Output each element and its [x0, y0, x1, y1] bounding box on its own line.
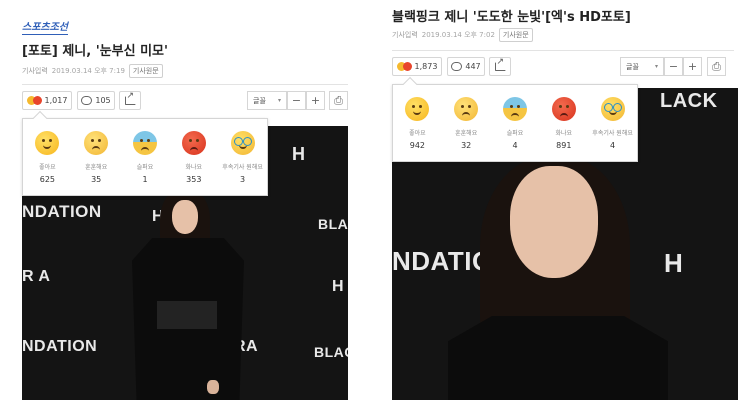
share-button[interactable] [119, 91, 141, 110]
reaction-count: 4 [512, 141, 518, 150]
reaction-popup: 좋아요 625 훈훈해요 35 슬퍼요 1 화나요 353 후속기사 원해요 3 [22, 110, 268, 196]
reaction-label: 좋아요 [409, 130, 426, 137]
article-headline: [포토] 제니, '눈부신 미모' [22, 44, 168, 59]
reaction-label: 슬퍼요 [506, 130, 524, 137]
reaction-label: 후속기사 원해요 [592, 130, 633, 137]
sad-emoji-icon [502, 97, 527, 121]
right-article: 블랙핑크 제니 '도도한 눈빛'[엑's HD포토] 기사입력 2019.03.… [380, 0, 746, 400]
share-button[interactable] [489, 57, 511, 76]
timestamp: 2019.03.14 오후 7:19 [51, 67, 125, 75]
reaction-emoji-icon [396, 62, 412, 71]
reaction-label: 화나요 [185, 164, 203, 171]
comment-icon [451, 62, 463, 71]
font-increase-button[interactable]: + [683, 57, 702, 76]
font-select-label: 글꼴 [253, 96, 266, 105]
backdrop-text: LACK [660, 90, 718, 112]
reaction-label: 슬퍼요 [136, 164, 154, 171]
timestamp: 2019.03.14 오후 7:02 [421, 31, 495, 39]
backdrop-text: NDATION [22, 202, 102, 221]
left-article: 스포츠조선 [포토] 제니, '눈부신 미모' 기사입력 2019.03.14 … [0, 0, 360, 400]
followup-emoji-icon [600, 97, 625, 121]
comment-icon [81, 96, 93, 105]
reaction-sad[interactable]: 슬퍼요 4 [493, 97, 537, 150]
reaction-button[interactable]: 1,873 [392, 57, 442, 76]
print-button[interactable]: ⎙ [329, 91, 348, 110]
article-meta: 기사입력 2019.03.14 오후 7:19 기사원문 [22, 64, 163, 78]
divider [392, 50, 734, 51]
article-meta: 기사입력 2019.03.14 오후 7:02 기사원문 [392, 28, 533, 42]
chevron-down-icon: ▾ [277, 97, 281, 104]
like-emoji-icon [405, 97, 430, 121]
reaction-count: 1 [142, 175, 148, 184]
font-increase-button[interactable]: + [306, 91, 325, 110]
comment-count: 447 [465, 62, 481, 71]
reaction-want-followup[interactable]: 후속기사 원해요 4 [591, 97, 635, 150]
reaction-label: 후속기사 원해요 [222, 164, 263, 171]
reaction-count: 353 [186, 175, 202, 184]
reaction-popup: 좋아요 942 훈훈해요 32 슬퍼요 4 화나요 891 후속기사 원해요 4 [392, 76, 638, 162]
backdrop-text: BLAC [318, 216, 348, 232]
angry-emoji-icon [181, 131, 206, 155]
angry-emoji-icon [551, 97, 576, 121]
reaction-angry[interactable]: 화나요 891 [542, 97, 586, 150]
comment-count: 105 [95, 96, 111, 105]
reaction-like[interactable]: 좋아요 942 [395, 97, 439, 150]
reaction-count: 942 [409, 141, 426, 150]
reaction-total: 1,873 [414, 62, 438, 71]
person-face [510, 166, 598, 278]
backdrop-text: NDATION [22, 338, 98, 355]
backdrop-text: H [292, 144, 306, 164]
reaction-warm[interactable]: 훈훈해요 35 [74, 131, 118, 184]
person-face [172, 200, 198, 234]
followup-emoji-icon [230, 131, 255, 155]
like-emoji-icon [35, 131, 60, 155]
share-icon [494, 57, 506, 71]
meta-label: 기사입력 [392, 31, 418, 39]
reaction-count: 35 [91, 175, 102, 184]
reaction-want-followup[interactable]: 후속기사 원해요 3 [221, 131, 265, 184]
person-suit [448, 316, 668, 400]
backdrop-text: H [332, 278, 345, 295]
reaction-button[interactable]: 1,017 [22, 91, 72, 110]
divider [22, 84, 348, 85]
person-hand [207, 380, 219, 394]
original-article-button[interactable]: 기사원문 [128, 64, 163, 78]
comment-button[interactable]: 447 [447, 57, 485, 76]
font-select-label: 글꼴 [626, 62, 639, 71]
sad-emoji-icon [132, 131, 157, 155]
reaction-label: 좋아요 [39, 164, 56, 171]
person-belt [157, 301, 217, 329]
font-decrease-button[interactable]: − [287, 91, 306, 110]
font-select[interactable]: 글꼴 ▾ [620, 57, 664, 76]
reaction-angry[interactable]: 화나요 353 [172, 131, 216, 184]
backdrop-text: BLAC [314, 344, 348, 360]
publisher-logo[interactable]: 스포츠조선 [22, 18, 68, 35]
article-headline: 블랙핑크 제니 '도도한 눈빛'[엑's HD포토] [392, 10, 631, 25]
backdrop-text: R A [22, 268, 51, 285]
reaction-count: 32 [461, 141, 472, 150]
reaction-count: 4 [610, 141, 616, 150]
reaction-warm[interactable]: 훈훈해요 32 [444, 97, 488, 150]
reaction-count: 891 [556, 141, 572, 150]
reaction-like[interactable]: 좋아요 625 [25, 131, 69, 184]
chevron-down-icon: ▾ [654, 63, 658, 70]
backdrop-text: H [664, 248, 684, 278]
reaction-count: 3 [240, 175, 246, 184]
original-article-button[interactable]: 기사원문 [498, 28, 533, 42]
print-button[interactable]: ⎙ [707, 57, 726, 76]
reaction-total: 1,017 [44, 96, 68, 105]
comment-button[interactable]: 105 [77, 91, 115, 110]
font-select[interactable]: 글꼴 ▾ [247, 91, 287, 110]
font-decrease-button[interactable]: − [664, 57, 683, 76]
warm-emoji-icon [84, 131, 109, 155]
reaction-label: 훈훈해요 [455, 130, 478, 137]
share-icon [124, 91, 136, 105]
meta-label: 기사입력 [22, 67, 48, 75]
warm-emoji-icon [454, 97, 479, 121]
reaction-label: 훈훈해요 [85, 164, 108, 171]
reaction-emoji-icon [26, 96, 42, 105]
reaction-count: 625 [39, 175, 56, 184]
reaction-label: 화나요 [555, 130, 573, 137]
reaction-sad[interactable]: 슬퍼요 1 [123, 131, 167, 184]
